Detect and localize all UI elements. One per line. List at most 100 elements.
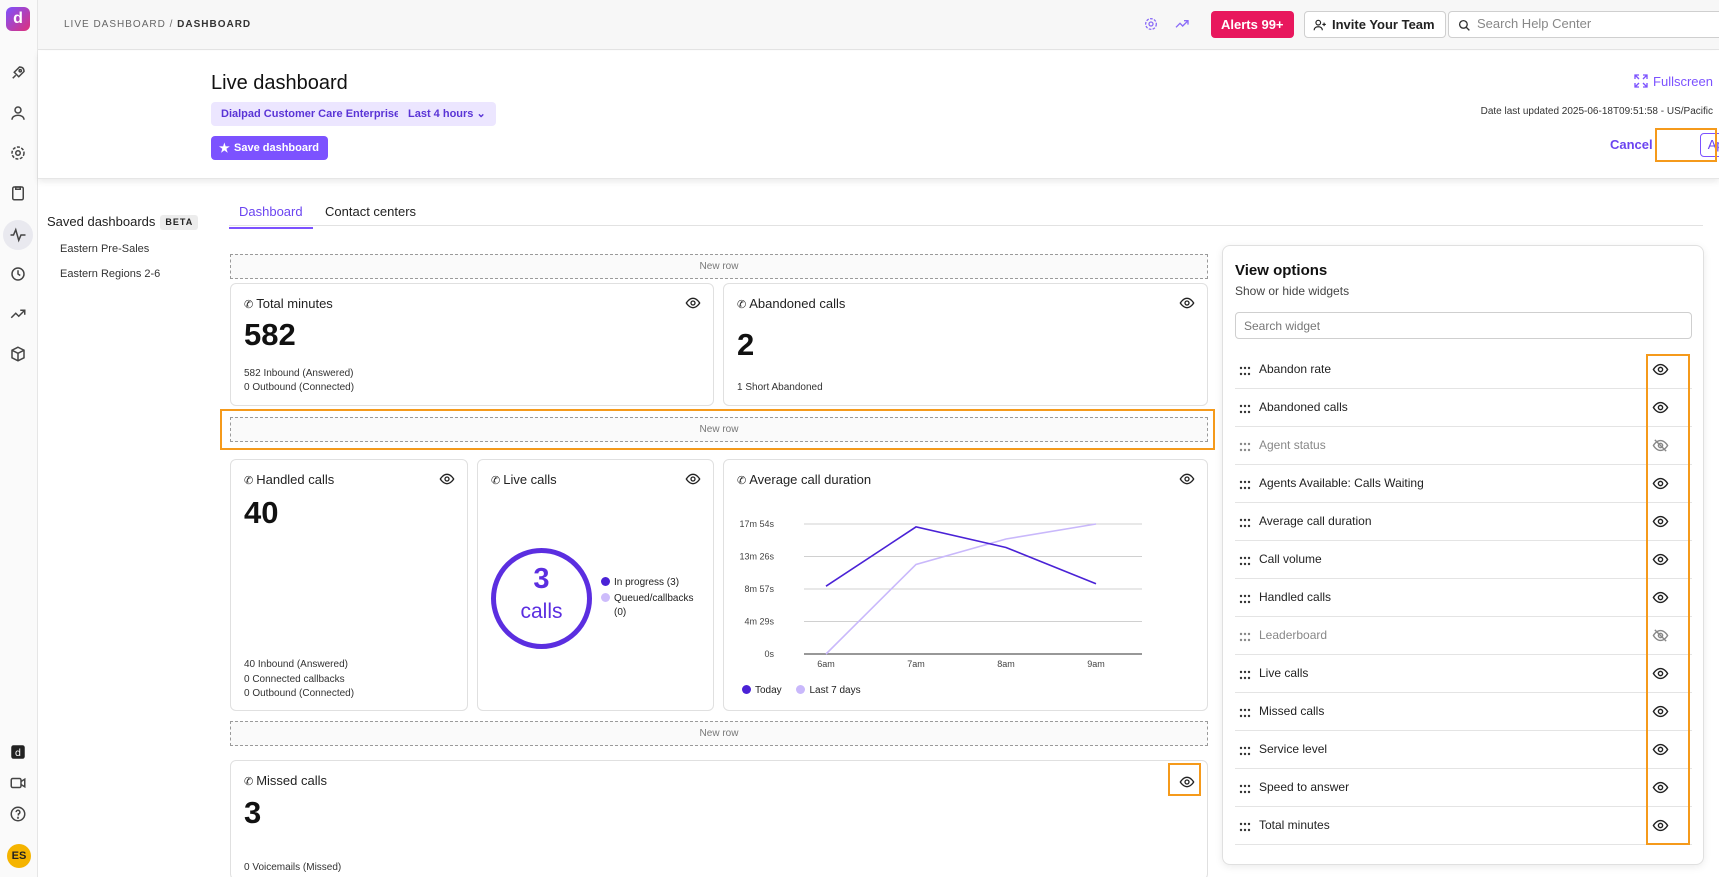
widget-visibility-label: Agent status — [1259, 438, 1326, 452]
tab-contact-centers[interactable]: Contact centers — [325, 204, 416, 219]
widget-visibility-row[interactable]: Leaderboard — [1235, 617, 1692, 655]
fullscreen-button[interactable]: Fullscreen — [1633, 73, 1713, 89]
alerts-button[interactable]: Alerts 99+ — [1211, 11, 1294, 38]
y-tick-label: 17m 54s — [739, 519, 774, 529]
widget-handled-calls: ✆ Handled calls 40 40 Inbound (Answered) … — [230, 459, 468, 711]
widget-visibility-label: Agents Available: Calls Waiting — [1259, 476, 1424, 490]
dialpad-app-icon[interactable]: d — [9, 743, 29, 763]
eye-icon[interactable] — [1179, 295, 1195, 311]
live-calls-count: 3 — [533, 563, 550, 595]
widget-visibility-row[interactable]: Missed calls — [1235, 693, 1692, 731]
widget-missed-calls: ✆ Missed calls 3 0 Voicemails (Missed) — [230, 760, 1208, 877]
drag-handle-icon[interactable] — [1239, 820, 1251, 832]
breadcrumb-root[interactable]: LIVE DASHBOARD — [64, 19, 166, 30]
live-calls-unit: calls — [520, 600, 563, 623]
eye-icon[interactable] — [1179, 471, 1195, 487]
widget-search-input[interactable] — [1235, 312, 1692, 339]
trend-icon[interactable] — [9, 305, 29, 325]
help-icon[interactable] — [9, 805, 29, 825]
widget-visibility-row[interactable]: Call volume — [1235, 541, 1692, 579]
widget-detail: 1 Short Abandoned — [737, 382, 823, 393]
widget-visibility-row[interactable]: Abandoned calls — [1235, 389, 1692, 427]
gear-icon[interactable] — [9, 144, 29, 164]
user-icon[interactable] — [9, 104, 29, 124]
widget-live-calls: ✆ Live calls 3 calls In progress (3) Queu… — [477, 459, 714, 711]
new-row-dropzone[interactable]: New row — [230, 721, 1208, 746]
drag-handle-icon[interactable] — [1239, 668, 1251, 680]
widget-abandoned-calls: ✆ Abandoned calls 2 1 Short Abandoned — [723, 283, 1208, 406]
drag-handle-icon[interactable] — [1239, 402, 1251, 414]
widget-visibility-row[interactable]: Service level — [1235, 731, 1692, 769]
widget-visibility-row[interactable]: Abandon rate — [1235, 351, 1692, 389]
legend-dot — [601, 593, 610, 602]
drag-handle-icon[interactable] — [1239, 478, 1251, 490]
widget-visibility-row[interactable]: Total minutes — [1235, 807, 1692, 845]
widget-visibility-row[interactable]: Agents Available: Calls Waiting — [1235, 465, 1692, 503]
phone-icon: ✆ — [244, 299, 254, 311]
y-tick-label: 0s — [764, 649, 774, 659]
left-rail: d d ES — [0, 0, 38, 877]
invite-team-button[interactable]: Invite Your Team — [1304, 11, 1446, 38]
dashboard-header: Live dashboard Dialpad Customer Care Ent… — [38, 51, 1719, 179]
drag-handle-icon[interactable] — [1239, 554, 1251, 566]
breadcrumb-current: DASHBOARD — [177, 19, 252, 30]
widget-visibility-row[interactable]: Agent status — [1235, 427, 1692, 465]
drag-handle-icon[interactable] — [1239, 630, 1251, 642]
eye-icon[interactable] — [685, 295, 701, 311]
expand-icon — [1634, 74, 1648, 88]
drag-handle-icon[interactable] — [1239, 706, 1251, 718]
star-icon: ★ — [219, 141, 230, 155]
widget-title: ✆ Average call duration — [737, 472, 872, 487]
widget-visibility-row[interactable]: Speed to answer — [1235, 769, 1692, 807]
x-tick-label: 8am — [997, 659, 1015, 669]
dashboard-tabs: Dashboard Contact centers — [229, 196, 1703, 229]
widget-visibility-label: Call volume — [1259, 552, 1322, 566]
pulse-icon[interactable] — [3, 220, 33, 250]
drag-handle-icon[interactable] — [1239, 516, 1251, 528]
apply-highlight — [1655, 128, 1717, 162]
rocket-icon[interactable] — [9, 64, 29, 84]
drag-handle-icon[interactable] — [1239, 592, 1251, 604]
drag-handle-icon[interactable] — [1239, 440, 1251, 452]
view-options-subtitle: Show or hide widgets — [1235, 284, 1350, 298]
eye-icon[interactable] — [685, 471, 701, 487]
clipboard-icon[interactable] — [9, 184, 29, 204]
drag-handle-icon[interactable] — [1239, 364, 1251, 376]
eye-icon[interactable] — [439, 471, 455, 487]
widget-detail: 40 Inbound (Answered) — [244, 659, 348, 670]
new-row-dropzone[interactable]: New row — [230, 254, 1208, 279]
avatar[interactable]: ES — [7, 844, 31, 868]
save-dashboard-button[interactable]: ★ Save dashboard — [211, 136, 328, 160]
drag-handle-icon[interactable] — [1239, 744, 1251, 756]
y-tick-label: 4m 29s — [744, 616, 774, 626]
widget-visibility-label: Abandoned calls — [1259, 400, 1348, 414]
help-search-input[interactable] — [1477, 16, 1719, 31]
cube-icon[interactable] — [9, 345, 29, 365]
saved-dashboard-item[interactable]: Eastern Pre-Sales — [60, 243, 149, 255]
x-tick-label: 7am — [907, 659, 925, 669]
saved-dashboard-item[interactable]: Eastern Regions 2-6 — [60, 268, 160, 280]
widget-value: 40 — [244, 495, 279, 530]
widget-visibility-row[interactable]: Handled calls — [1235, 579, 1692, 617]
legend-queued: Queued/callbacks — [601, 592, 694, 605]
widget-title: ✆ Live calls — [491, 472, 557, 487]
dialpad-logo[interactable]: d — [6, 7, 30, 31]
time-range-dropdown[interactable]: Last 4 hours ⌄ — [398, 102, 496, 126]
beta-badge: BETA — [160, 215, 199, 230]
widget-visibility-row[interactable]: Live calls — [1235, 655, 1692, 693]
contact-center-chip[interactable]: Dialpad Customer Care Enterprise — [211, 102, 411, 126]
live-calls-ring: 3 calls — [491, 548, 592, 649]
widget-detail: 0 Outbound (Connected) — [244, 382, 355, 393]
cancel-button[interactable]: Cancel — [1610, 137, 1653, 152]
saved-dashboards-title: Saved dashboards BETA — [47, 214, 199, 230]
widget-visibility-label: Speed to answer — [1259, 780, 1350, 794]
drag-handle-icon[interactable] — [1239, 782, 1251, 794]
widget-title: ✆ Handled calls — [244, 472, 335, 487]
trend-icon[interactable] — [1174, 16, 1190, 32]
legend-dot — [601, 577, 610, 586]
settings-icon[interactable] — [1143, 16, 1159, 32]
tab-dashboard[interactable]: Dashboard — [229, 204, 313, 229]
video-icon[interactable] — [9, 774, 29, 794]
widget-visibility-row[interactable]: Average call duration — [1235, 503, 1692, 541]
history-icon[interactable] — [9, 265, 29, 285]
